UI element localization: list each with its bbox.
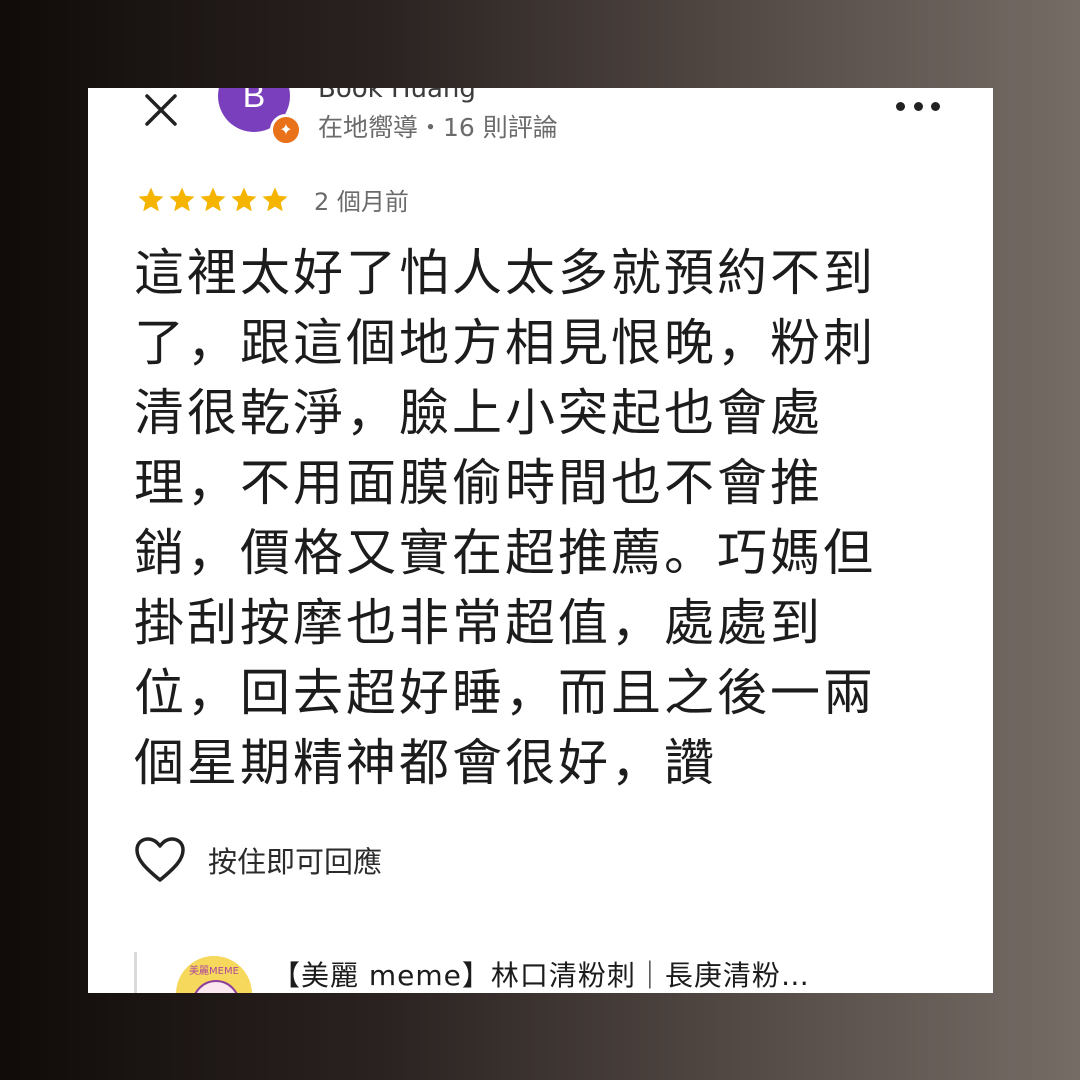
owner-response[interactable]: 美麗MEME 【美麗 meme】林口清粉刺｜長庚清粉… — [134, 950, 974, 993]
quote-bar — [134, 952, 137, 993]
unicorn-icon — [192, 980, 240, 993]
review-card: B ✦ Book Huang 在地嚮導・16 則評論 2 個月前 這裡太好了怕人… — [88, 88, 993, 993]
star-icon — [200, 187, 226, 211]
business-name: 【美麗 meme】林口清粉刺｜長庚清粉… — [272, 959, 810, 992]
reply-action[interactable]: 按住即可回應 — [134, 836, 382, 884]
more-dot — [896, 101, 905, 111]
review-time: 2 個月前 — [314, 188, 409, 216]
star-rating — [136, 185, 290, 215]
star-icon — [262, 187, 288, 211]
local-guide-icon: ✦ — [270, 114, 302, 146]
rating-row: 2 個月前 — [136, 182, 409, 217]
star-icon — [169, 187, 195, 211]
business-logo: 美麗MEME — [176, 956, 252, 993]
author-name[interactable]: Book Huang — [318, 88, 476, 104]
more-dot — [913, 101, 923, 111]
more-dot — [931, 101, 940, 111]
heart-icon[interactable] — [134, 836, 186, 884]
star-icon — [231, 187, 257, 211]
avatar-initial: B — [242, 88, 266, 115]
star-icon — [138, 187, 164, 211]
more-icon[interactable] — [896, 92, 940, 120]
reply-label: 按住即可回應 — [208, 845, 383, 879]
author-meta: 在地嚮導・16 則評論 — [318, 113, 558, 142]
business-logo-text: 美麗MEME — [189, 966, 239, 977]
review-text: 這裡太好了怕人太多就預約不到了，跟這個地方相見恨晚，粉刺清很乾淨，臉上小突起也會… — [134, 244, 876, 792]
close-icon[interactable] — [143, 92, 179, 128]
